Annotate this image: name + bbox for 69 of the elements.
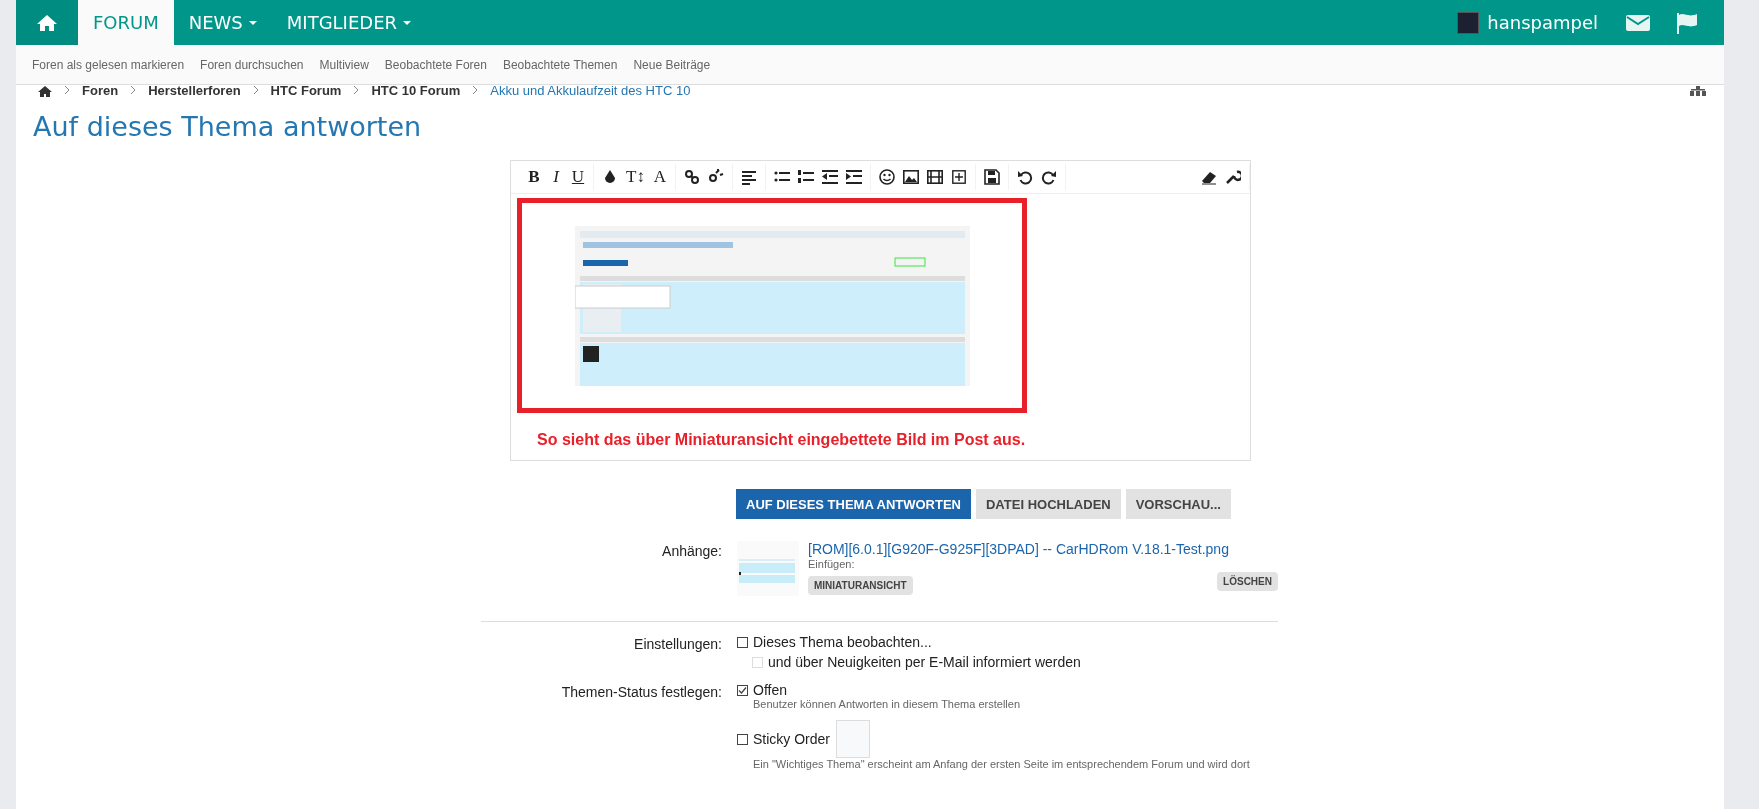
nav-tab[interactable]: MITGLIEDER bbox=[271, 0, 427, 45]
unlink-icon[interactable] bbox=[707, 169, 724, 185]
delete-button[interactable]: LÖSCHEN bbox=[1217, 572, 1278, 591]
sitemap-icon[interactable] bbox=[1690, 86, 1706, 96]
nav-tab[interactable]: NEWS bbox=[173, 0, 272, 45]
save-icon[interactable] bbox=[983, 169, 1000, 185]
outdent-icon[interactable] bbox=[821, 169, 838, 185]
page-title: Auf dieses Thema antworten bbox=[33, 111, 423, 142]
username[interactable]: hanspampel bbox=[1487, 12, 1598, 33]
home-icon bbox=[36, 13, 58, 32]
chevron-icon bbox=[130, 85, 137, 95]
chevron-icon bbox=[472, 85, 479, 95]
wrench-icon[interactable] bbox=[1225, 169, 1241, 185]
file-link[interactable]: [ROM][6.0.1][G920F-G925F][3DPAD] -- CarHDRom V.18.1-Test.png bbox=[808, 541, 1229, 557]
field-label: Einstellungen: bbox=[633, 635, 722, 654]
chevron-icon bbox=[252, 85, 259, 95]
chevron-icon bbox=[353, 85, 360, 95]
form-button[interactable]: VORSCHAU... bbox=[1125, 489, 1231, 519]
eraser-icon[interactable] bbox=[1201, 169, 1217, 185]
breadcrumb-link[interactable]: Foren bbox=[82, 85, 119, 97]
field-label: Anhänge: bbox=[661, 542, 722, 561]
subnav-link[interactable]: Foren durchsuchen bbox=[200, 57, 304, 72]
breadcrumb-link[interactable]: HTC Forum bbox=[270, 85, 342, 97]
subnav-link[interactable]: Beobachtete Foren bbox=[384, 57, 487, 72]
checkbox[interactable] bbox=[737, 636, 748, 648]
order-field[interactable] bbox=[836, 720, 870, 758]
image-icon[interactable] bbox=[902, 169, 919, 185]
undo-icon[interactable] bbox=[1016, 169, 1033, 185]
insert-label: Einfügen: bbox=[808, 558, 856, 570]
image-caption: So sieht das über Miniaturansicht eingebettete Bild im Post aus. bbox=[537, 431, 1027, 449]
option-hint: Ein "Wichtiges Thema" erscheint am Anfang der ersten Seite im entsprechendem Forum und wird dort bbox=[753, 758, 1251, 770]
thumbnail-button[interactable]: MINIATURANSICHT bbox=[808, 576, 913, 595]
smiley-icon[interactable] bbox=[878, 169, 895, 185]
field-label: Themen-Status festlegen: bbox=[560, 683, 722, 702]
checkbox-label[interactable]: Dieses Thema beobachten... bbox=[753, 634, 932, 650]
breadcrumb-link[interactable]: Herstellerforen bbox=[148, 85, 241, 97]
form-button[interactable]: DATEI HOCHLADEN bbox=[976, 489, 1121, 519]
chevron-icon bbox=[64, 85, 70, 95]
plus-box-icon[interactable] bbox=[950, 169, 967, 185]
redo-icon[interactable] bbox=[1040, 169, 1057, 185]
subnav-link[interactable]: Beobachtete Themen bbox=[502, 57, 618, 72]
mail-icon[interactable] bbox=[1626, 13, 1650, 32]
subnav-link[interactable]: Foren als gelesen markieren bbox=[32, 57, 185, 72]
breadcrumb-link[interactable]: HTC 10 Forum bbox=[371, 85, 461, 97]
flag-icon[interactable] bbox=[1676, 11, 1698, 34]
checkbox-label[interactable]: Sticky Order bbox=[753, 731, 830, 747]
home-icon[interactable] bbox=[38, 85, 52, 97]
checkbox[interactable] bbox=[737, 733, 748, 745]
format-button[interactable]: A bbox=[652, 167, 667, 187]
color-drop-icon[interactable] bbox=[602, 169, 618, 185]
format-button[interactable]: U bbox=[571, 167, 585, 187]
link-icon[interactable] bbox=[683, 169, 700, 185]
format-button[interactable]: I bbox=[549, 167, 563, 187]
text-editor[interactable]: B I U T↕ A So sieht das über Miniaturansicht eingebettete Bild im Post aus. bbox=[510, 160, 1251, 461]
film-icon[interactable] bbox=[926, 169, 943, 185]
option-hint: Benutzer können Antworten in diesem Thema erstellen bbox=[753, 698, 1021, 710]
align-left-icon[interactable] bbox=[740, 169, 757, 185]
checkbox[interactable] bbox=[737, 684, 748, 696]
subnav-link[interactable]: Multiview bbox=[319, 57, 369, 72]
format-button[interactable]: B bbox=[527, 167, 541, 187]
home-tab[interactable] bbox=[16, 0, 78, 45]
indent-icon[interactable] bbox=[845, 169, 862, 185]
avatar[interactable] bbox=[1457, 11, 1480, 34]
checkbox-label[interactable]: Offen bbox=[753, 682, 787, 698]
form-button[interactable]: AUF DIESES THEMA ANTWORTEN bbox=[736, 489, 971, 519]
numbered-list-icon[interactable] bbox=[797, 169, 814, 185]
format-button[interactable]: T↕ bbox=[626, 167, 645, 187]
breadcrumb-link[interactable]: Akku und Akkulaufzeit des HTC 10 bbox=[490, 85, 691, 97]
subnav-link[interactable]: Neue Beiträge bbox=[633, 57, 711, 72]
